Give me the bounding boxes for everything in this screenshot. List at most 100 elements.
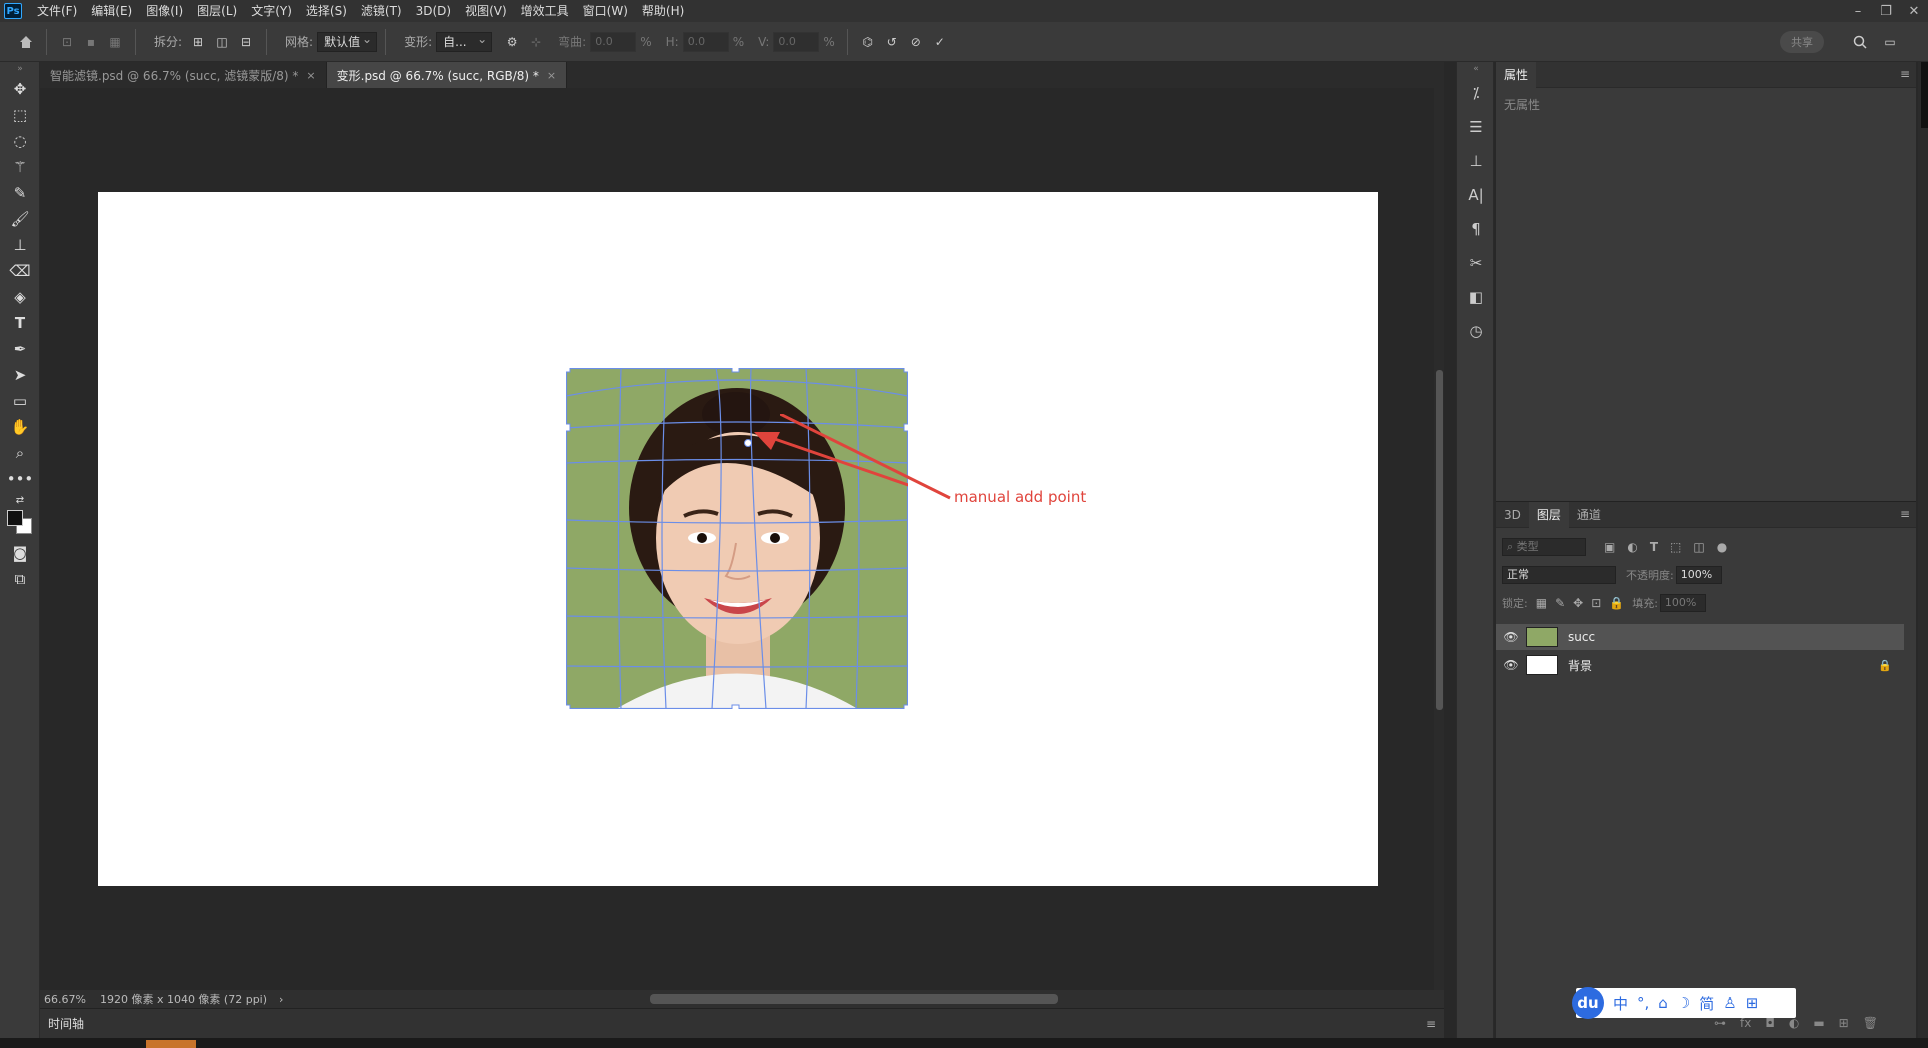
- split-vertical-icon[interactable]: ◫: [210, 30, 234, 54]
- layer-row-succ[interactable]: 👁 succ: [1496, 624, 1904, 650]
- grid-select[interactable]: 默认值: [317, 30, 378, 52]
- opacity-input[interactable]: 100%: [1675, 566, 1722, 584]
- menu-3d[interactable]: 3D(D): [409, 0, 458, 22]
- new-layer-icon[interactable]: ⊞: [1839, 1016, 1849, 1030]
- eraser-tool-icon[interactable]: ⌫: [0, 258, 40, 284]
- search-icon[interactable]: [1848, 30, 1872, 54]
- collapse-toolbar-icon[interactable]: »: [0, 62, 40, 76]
- tab-warp[interactable]: 变形.psd @ 66.7% (succ, RGB/8) * ×: [326, 62, 568, 88]
- close-icon[interactable]: ×: [306, 69, 315, 82]
- close-icon[interactable]: ×: [547, 69, 556, 82]
- character-icon[interactable]: A|: [1457, 178, 1495, 212]
- brush-settings-icon[interactable]: ⁒: [1457, 76, 1495, 110]
- quick-mask-icon[interactable]: ◙: [0, 540, 40, 566]
- zoom-tool-icon[interactable]: ⌕: [0, 440, 40, 466]
- transform-tool-icon[interactable]: ⊡: [55, 30, 79, 54]
- menu-image[interactable]: 图像(I): [139, 0, 190, 22]
- reset-icon[interactable]: ↺: [880, 30, 904, 54]
- ime-halfwidth-icon[interactable]: ☽: [1677, 994, 1690, 1012]
- paragraph-icon[interactable]: ¶: [1457, 212, 1495, 246]
- screen-mode-icon[interactable]: ⧉: [0, 566, 40, 592]
- tools-icon[interactable]: ✂: [1457, 246, 1495, 280]
- horizontal-scroll-thumb[interactable]: [650, 994, 1058, 1004]
- ime-simplified-mode[interactable]: 简: [1699, 993, 1714, 1014]
- menu-type[interactable]: 文字(Y): [244, 0, 299, 22]
- split-cross-icon[interactable]: ⊞: [186, 30, 210, 54]
- filter-shape-icon[interactable]: ⬚: [1670, 540, 1681, 554]
- libraries-icon[interactable]: ◧: [1457, 280, 1495, 314]
- add-mask-icon[interactable]: ◘: [1765, 1016, 1775, 1030]
- pen-tool-icon[interactable]: ✒: [0, 336, 40, 362]
- clone-source-icon[interactable]: ⊥: [1457, 144, 1495, 178]
- history-icon[interactable]: ◷: [1457, 314, 1495, 348]
- vertical-scroll-thumb[interactable]: [1436, 370, 1443, 710]
- restore-button[interactable]: ❐: [1872, 0, 1900, 22]
- status-arrow-icon[interactable]: ›: [279, 993, 283, 1006]
- tab-3d[interactable]: 3D: [1496, 502, 1529, 528]
- lock-position-icon[interactable]: ✥: [1573, 596, 1583, 610]
- tab-smart-filter[interactable]: 智能滤镜.psd @ 66.7% (succ, 滤镜蒙版/8) * ×: [40, 62, 327, 88]
- right-scroll-thumb[interactable]: [1921, 62, 1928, 128]
- filter-pixel-icon[interactable]: ▣: [1604, 540, 1615, 554]
- right-scrollbar[interactable]: [1918, 62, 1928, 1038]
- close-button[interactable]: ✕: [1900, 0, 1928, 22]
- ime-toolbox-icon[interactable]: ⌂: [1658, 994, 1668, 1012]
- split-horizontal-icon[interactable]: ⊟: [234, 30, 258, 54]
- path-selection-tool-icon[interactable]: ➤: [0, 362, 40, 388]
- menu-filter[interactable]: 滤镜(T): [354, 0, 409, 22]
- eyedropper-tool-icon[interactable]: ✎: [0, 180, 40, 206]
- home-icon[interactable]: [14, 30, 38, 54]
- filter-smart-icon[interactable]: ◫: [1693, 540, 1704, 554]
- delete-layer-icon[interactable]: 🗑: [1863, 1016, 1878, 1030]
- link-layers-icon[interactable]: ⊶: [1714, 1016, 1726, 1030]
- ime-logo-icon[interactable]: du: [1572, 987, 1604, 1019]
- filter-type-icon[interactable]: T: [1650, 540, 1658, 554]
- more-tools-icon[interactable]: •••: [0, 466, 40, 492]
- canvas-area[interactable]: manual add point: [40, 88, 1444, 990]
- rectangle-tool-icon[interactable]: ▭: [0, 388, 40, 414]
- swap-colors-icon[interactable]: ⇄: [0, 492, 40, 508]
- new-group-icon[interactable]: ▬: [1813, 1016, 1824, 1030]
- ime-grid-icon[interactable]: ⊞: [1746, 994, 1759, 1012]
- toggle-warp-icon[interactable]: ⌬: [856, 30, 880, 54]
- workspace-icon[interactable]: ▭: [1878, 30, 1902, 54]
- adjustments-icon[interactable]: ☰: [1457, 110, 1495, 144]
- eye-icon[interactable]: 👁: [1496, 658, 1526, 672]
- lasso-tool-icon[interactable]: ◌: [0, 128, 40, 154]
- panel-menu-icon[interactable]: ≡: [1900, 67, 1910, 81]
- share-button[interactable]: 共享: [1780, 31, 1824, 53]
- menu-window[interactable]: 窗口(W): [576, 0, 635, 22]
- taskbar-active-app[interactable]: [146, 1040, 196, 1048]
- menu-edit[interactable]: 编辑(E): [84, 0, 139, 22]
- filter-toggle-icon[interactable]: ●: [1717, 540, 1727, 554]
- h-input[interactable]: 0.0: [682, 31, 729, 52]
- gear-icon[interactable]: ⚙: [500, 30, 524, 54]
- layer-filter-select[interactable]: ⌕ 类型: [1502, 538, 1586, 556]
- timeline-tab[interactable]: 时间轴: [48, 1015, 84, 1032]
- lock-artboard-icon[interactable]: ⊡: [1591, 596, 1601, 610]
- panel-menu-icon[interactable]: ≡: [1900, 507, 1910, 521]
- menu-select[interactable]: 选择(S): [299, 0, 354, 22]
- menu-layer[interactable]: 图层(L): [190, 0, 244, 22]
- adjustment-layer-icon[interactable]: ◐: [1789, 1016, 1799, 1030]
- brush-tool-icon[interactable]: 🖌: [0, 206, 40, 232]
- menu-plugins[interactable]: 增效工具: [514, 0, 576, 22]
- filter-adjust-icon[interactable]: ◐: [1627, 540, 1637, 554]
- hand-tool-icon[interactable]: ✋: [0, 414, 40, 440]
- menu-file[interactable]: 文件(F): [30, 0, 84, 22]
- lock-all-icon[interactable]: 🔒: [1609, 596, 1624, 610]
- move-tool-icon[interactable]: ✥: [0, 76, 40, 102]
- marquee-tool-icon[interactable]: ⬚: [0, 102, 40, 128]
- cancel-icon[interactable]: ⊘: [904, 30, 928, 54]
- color-swatches[interactable]: [0, 508, 40, 540]
- eye-icon[interactable]: 👁: [1496, 630, 1526, 644]
- manual-mesh-point[interactable]: [744, 439, 752, 447]
- tab-properties[interactable]: 属性: [1496, 61, 1537, 88]
- commit-icon[interactable]: ✓: [928, 30, 952, 54]
- v-input[interactable]: 0.0: [773, 31, 820, 52]
- lock-pixels-icon[interactable]: ✎: [1555, 596, 1565, 610]
- tab-channels[interactable]: 通道: [1569, 502, 1609, 528]
- magic-wand-tool-icon[interactable]: ⚚: [0, 154, 40, 180]
- lock-transparent-icon[interactable]: ▦: [1536, 596, 1547, 610]
- foreground-color-swatch[interactable]: [7, 510, 23, 526]
